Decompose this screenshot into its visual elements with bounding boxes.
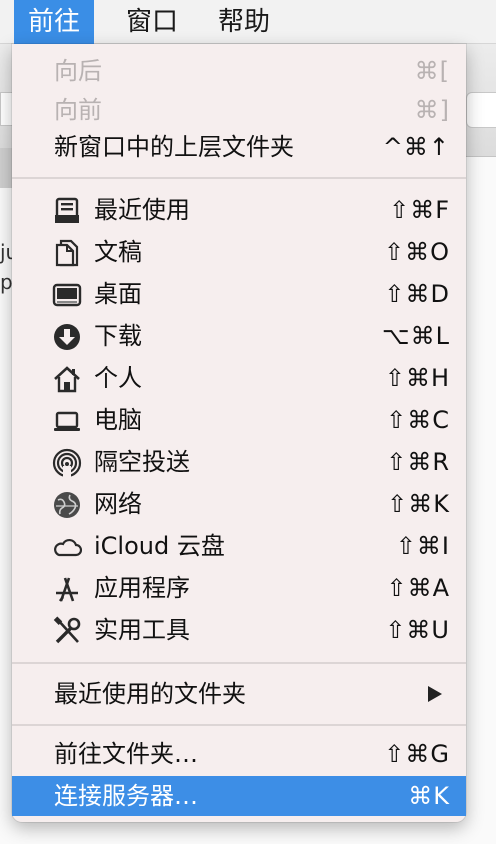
menu-separator — [12, 662, 466, 664]
documents-icon — [52, 238, 82, 268]
menu-item-desktop[interactable]: 桌面 ⇧⌘D — [12, 274, 466, 314]
shortcut-label: ⇧⌘K — [387, 490, 450, 518]
shortcut-label: ⇧⌘F — [389, 196, 450, 224]
menu-item-label: 连接服务器… — [54, 782, 198, 810]
menu-item-downloads[interactable]: 下载 ⌥⌘L — [12, 316, 466, 356]
menu-separator — [12, 177, 466, 179]
menu-item-label: 下载 — [94, 322, 142, 350]
menu-item-connect-to-server[interactable]: 连接服务器… ⌘K — [12, 776, 466, 816]
shortcut-label: ⇧⌘O — [384, 238, 450, 266]
menu-item-label: 隔空投送 — [94, 448, 190, 476]
shortcut-label: ⇧⌘U — [385, 616, 450, 644]
menu-item-label: 新窗口中的上层文件夹 — [54, 133, 294, 161]
menu-window[interactable]: 窗口 — [112, 0, 192, 44]
menu-item-recent-folders[interactable]: 最近使用的文件夹 — [12, 674, 466, 714]
recents-icon — [52, 196, 82, 226]
menu-item-label: 个人 — [94, 364, 142, 392]
menu-item-label: 向前 — [54, 96, 102, 124]
go-menu-dropdown: 向后 ⌘[ 向前 ⌘] 新窗口中的上层文件夹 ^⌘↑ 最近使用 ⇧⌘F 文稿 ⇧… — [12, 44, 466, 822]
shortcut-label: ⇧⌘A — [386, 574, 450, 602]
menu-help[interactable]: 帮助 — [204, 0, 284, 44]
airdrop-icon — [52, 448, 82, 478]
menu-go[interactable]: 前往 — [14, 0, 95, 44]
menu-item-go-to-folder[interactable]: 前往文件夹… ⇧⌘G — [12, 734, 466, 774]
background-search-field — [466, 92, 496, 128]
network-icon — [52, 490, 82, 520]
menu-item-label: 向后 — [54, 57, 102, 85]
shortcut-label: ⇧⌘G — [384, 740, 450, 768]
menu-item-enclosing-folder[interactable]: 新窗口中的上层文件夹 ^⌘↑ — [12, 127, 466, 167]
utilities-icon — [52, 616, 82, 646]
menu-item-applications[interactable]: 应用程序 ⇧⌘A — [12, 568, 466, 608]
menu-item-forward: 向前 ⌘] — [12, 90, 466, 130]
menu-item-back: 向后 ⌘[ — [12, 51, 466, 91]
shortcut-label: ⌥⌘L — [381, 322, 450, 350]
menu-item-label: 桌面 — [94, 280, 142, 308]
menu-item-label: iCloud 云盘 — [94, 532, 225, 560]
menu-item-label: 应用程序 — [94, 574, 190, 602]
menu-item-network[interactable]: 网络 ⇧⌘K — [12, 484, 466, 524]
shortcut-label: ⇧⌘I — [395, 532, 450, 560]
menu-item-label: 网络 — [94, 490, 142, 518]
applications-icon — [52, 574, 82, 604]
menu-item-computer[interactable]: 电脑 ⇧⌘C — [12, 400, 466, 440]
menu-item-utilities[interactable]: 实用工具 ⇧⌘U — [12, 610, 466, 650]
shortcut-label: ⇧⌘H — [384, 364, 450, 392]
shortcut-label: ^⌘↑ — [382, 133, 450, 161]
menu-separator — [12, 724, 466, 726]
shortcut-label: ⌘] — [414, 96, 450, 124]
submenu-arrow-icon — [428, 686, 442, 702]
menu-item-airdrop[interactable]: 隔空投送 ⇧⌘R — [12, 442, 466, 482]
computer-icon — [52, 406, 82, 436]
desktop-icon — [52, 280, 82, 310]
shortcut-label: ⌘K — [408, 782, 450, 810]
icloud-icon — [52, 532, 82, 562]
menu-item-label: 电脑 — [94, 406, 142, 434]
menu-item-label: 最近使用 — [94, 196, 190, 224]
shortcut-label: ⇧⌘R — [386, 448, 450, 476]
menu-bar: 前往 窗口 帮助 — [0, 0, 496, 44]
menu-item-documents[interactable]: 文稿 ⇧⌘O — [12, 232, 466, 272]
shortcut-label: ⇧⌘D — [384, 280, 450, 308]
downloads-icon — [52, 322, 82, 352]
home-icon — [52, 364, 82, 394]
menu-item-label: 文稿 — [94, 238, 142, 266]
menu-item-label: 前往文件夹… — [54, 740, 198, 768]
menu-item-label: 实用工具 — [94, 616, 190, 644]
menu-item-icloud[interactable]: iCloud 云盘 ⇧⌘I — [12, 526, 466, 566]
shortcut-label: ⌘[ — [414, 57, 450, 85]
menu-item-label: 最近使用的文件夹 — [54, 680, 246, 708]
shortcut-label: ⇧⌘C — [386, 406, 450, 434]
background-device — [0, 148, 12, 188]
menu-item-recents[interactable]: 最近使用 ⇧⌘F — [12, 190, 466, 230]
menu-item-home[interactable]: 个人 ⇧⌘H — [12, 358, 466, 398]
